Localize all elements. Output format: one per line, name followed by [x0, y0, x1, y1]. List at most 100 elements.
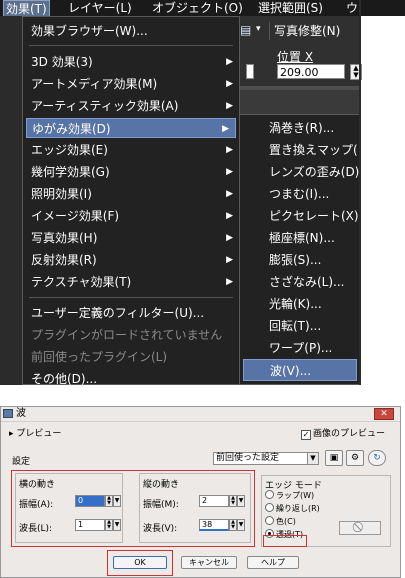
submenu-item-punch[interactable]: 膨張(S)...	[269, 249, 360, 271]
submenu-item-wave[interactable]: 波(V)...	[243, 359, 357, 381]
submenu-item-lens-distortion[interactable]: レンズの歪み(D)	[269, 161, 360, 183]
ok-button[interactable]: OK	[113, 556, 167, 569]
no-color-swatch-icon[interactable]: ⃠	[339, 521, 381, 535]
h-amplitude-input[interactable]: 0	[75, 495, 105, 507]
submenu-item-spiky-halo[interactable]: 光輪(K)...	[269, 293, 360, 315]
menu-item-label: ユーザー定義のフィルター(U)...	[31, 306, 205, 320]
menu-item-reflection[interactable]: 反射効果(R) ▶	[31, 250, 239, 270]
h-wavelength-input[interactable]: 1	[75, 519, 105, 531]
submenu-item-warp[interactable]: ワープ(P)...	[269, 337, 360, 359]
menu-item-photo[interactable]: 写真効果(H) ▶	[31, 228, 239, 248]
submenu-item-twirl[interactable]: 渦巻き(R)...	[269, 117, 360, 139]
menu-item-label: アーティスティック効果(A)	[31, 99, 179, 113]
submenu-arrow-icon: ▶	[226, 255, 233, 265]
position-x-label: 位置 X	[277, 50, 314, 64]
chevron-down-icon[interactable]: ▼	[113, 519, 121, 531]
edge-option-wrap[interactable]: ラップ(W)	[265, 490, 314, 501]
app-icon	[3, 409, 13, 418]
menu-item-image[interactable]: イメージ効果(F) ▶	[31, 206, 239, 226]
horizontal-motion-title: 横の動き	[19, 480, 56, 490]
image-preview-option[interactable]: ✓ 画像のプレビュー	[301, 426, 385, 440]
menu-item-texture[interactable]: テクスチャ効果(T) ▶	[31, 272, 239, 292]
v-amplitude-input[interactable]: 2	[199, 495, 229, 507]
submenu-arrow-icon: ▶	[226, 167, 233, 177]
menu-item-last-plugin: 前回使ったプラグイン(L)	[31, 347, 239, 367]
edge-option-label: 繰り返し(R)	[276, 504, 320, 513]
edge-option-repeat[interactable]: 繰り返し(R)	[265, 503, 320, 514]
page-icon[interactable]: ▤	[240, 23, 252, 37]
h-wavelength-spinner[interactable]: ▲ ▼	[105, 519, 113, 531]
menu-item-no-plugins: プラグインがロードされていません	[31, 325, 239, 345]
radio-wrap[interactable]	[265, 490, 274, 499]
image-preview-label: 画像のプレビュー	[313, 429, 386, 439]
submenu-item-pinch[interactable]: つまむ(I)...	[269, 183, 360, 205]
submenu-item-rotate[interactable]: 回転(T)...	[269, 315, 360, 337]
help-button[interactable]: ヘルプ	[247, 556, 299, 569]
menu-item-label: イメージ効果(F)	[31, 209, 120, 223]
cancel-button[interactable]: キャンセル	[181, 556, 237, 569]
chevron-down-icon[interactable]: ▾	[256, 24, 261, 34]
wave-dialog: 波 ✕ ▸ プレビュー ✓ 画像のプレビュー 設定 前回使った設定 ▼ ▣ ⚙ ↻…	[0, 406, 401, 578]
submenu-item-polar-coordinates[interactable]: 極座標(N)...	[269, 227, 360, 249]
save-preset-icon[interactable]: ▣	[325, 450, 343, 466]
menu-item-label: エッジ効果(E)	[31, 143, 108, 157]
radio-color[interactable]	[265, 516, 274, 525]
menu-item-edge[interactable]: エッジ効果(E) ▶	[31, 140, 239, 160]
edge-option-color[interactable]: 色(C)	[265, 516, 296, 527]
menu-item-geometric[interactable]: 幾何学効果(G) ▶	[31, 162, 239, 182]
position-x-input[interactable]: 209.00	[277, 64, 345, 79]
submenu-arrow-icon: ▶	[226, 101, 233, 111]
menu-item-other[interactable]: その他(D)...	[31, 369, 239, 385]
chevron-down-icon[interactable]: ▼	[237, 519, 245, 531]
menu-object[interactable]: オブジェクト(O)	[150, 0, 245, 16]
submenu-item-ripple[interactable]: さざなみ(L)...	[269, 271, 360, 293]
image-preview-checkbox[interactable]: ✓	[301, 430, 311, 440]
menu-item-label: 反射効果(R)	[31, 253, 97, 267]
v-wavelength-label: 波長(V):	[143, 524, 178, 534]
window-edge	[359, 0, 361, 385]
submenu-arrow-icon: ▶	[226, 57, 233, 67]
menu-item-label: 照明効果(I)	[31, 187, 92, 201]
menu-item-art-media[interactable]: アートメディア効果(M) ▶	[31, 74, 239, 94]
preview-toggle[interactable]: ▸ プレビュー	[9, 426, 61, 439]
menu-item-artistic[interactable]: アーティスティック効果(A) ▶	[31, 96, 239, 116]
edge-option-label: ラップ(W)	[276, 491, 315, 500]
menu-item-label: 3D 効果(3)	[31, 55, 93, 69]
h-amplitude-spinner[interactable]: ▲ ▼	[105, 495, 113, 507]
v-amplitude-spinner[interactable]: ▲ ▼	[229, 495, 237, 507]
menu-selection[interactable]: 選択範囲(S)	[256, 0, 325, 16]
menu-item-illumination[interactable]: 照明効果(I) ▶	[31, 184, 239, 204]
submenu-arrow-icon: ▶	[226, 211, 233, 221]
edge-option-label: 色(C)	[276, 517, 296, 526]
menu-window[interactable]: ウ	[344, 0, 360, 16]
h-wavelength-label: 波長(L):	[19, 524, 53, 534]
position-field-fragment[interactable]	[246, 64, 254, 79]
v-wavelength-spinner[interactable]: ▲ ▼	[229, 519, 237, 531]
dialog-titlebar: 波 ✕	[1, 407, 400, 422]
menu-bar: 効果(T) レイヤー(L) オブジェクト(O) 選択範囲(S) ウ	[0, 0, 405, 18]
close-button[interactable]: ✕	[374, 408, 394, 420]
menu-item-distortion[interactable]: ゆがみ効果(D) ▶	[26, 118, 236, 138]
v-wavelength-input[interactable]: 38	[199, 519, 229, 531]
menu-layer[interactable]: レイヤー(L)	[66, 0, 134, 16]
menu-item-3d-effects[interactable]: 3D 効果(3) ▶	[31, 52, 239, 72]
photo-retouch-button[interactable]: 写真修整(N)	[269, 22, 344, 40]
submenu-arrow-icon: ▶	[226, 233, 233, 243]
submenu-item-pixelate[interactable]: ピクセレート(X)	[269, 205, 360, 227]
reset-icon[interactable]: ↻	[368, 450, 386, 466]
chevron-down-icon[interactable]: ▼	[307, 453, 318, 464]
toolbar-lower-strip	[228, 90, 360, 114]
chevron-down-icon[interactable]: ▼	[113, 495, 121, 507]
chevron-down-icon[interactable]: ▼	[237, 495, 245, 507]
preset-value: 前回使った設定	[216, 453, 280, 463]
menu-item-label: 前回使ったプラグイン(L)	[31, 350, 168, 364]
menu-item-effect-browser[interactable]: 効果ブラウザー(W)...	[31, 21, 239, 41]
vertical-motion-title: 縦の動き	[143, 480, 180, 490]
submenu-arrow-icon: ▶	[226, 189, 233, 199]
preset-select[interactable]: 前回使った設定 ▼	[213, 452, 319, 465]
submenu-item-displacement-map[interactable]: 置き換えマップ(	[269, 139, 360, 161]
distortion-submenu: 渦巻き(R)... 置き換えマップ( レンズの歪み(D) つまむ(I)... ピ…	[239, 114, 361, 385]
radio-repeat[interactable]	[265, 503, 274, 512]
preset-options-icon[interactable]: ⚙	[346, 450, 364, 466]
menu-item-user-defined-filter[interactable]: ユーザー定義のフィルター(U)...	[31, 303, 239, 323]
